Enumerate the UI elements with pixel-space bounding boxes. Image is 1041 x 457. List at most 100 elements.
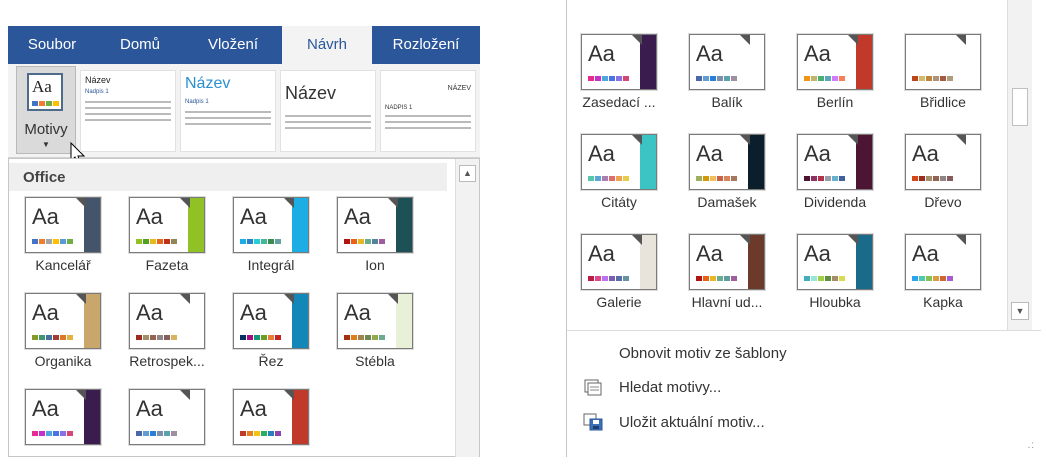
style-set-preview[interactable]: Název Nadpis 1 bbox=[80, 70, 176, 152]
theme-tile[interactable]: Aa bbox=[117, 388, 217, 457]
theme-sample-text: Aa bbox=[588, 241, 615, 266]
color-swatch bbox=[724, 76, 730, 81]
color-swatch bbox=[609, 176, 615, 181]
color-swatch bbox=[811, 276, 817, 281]
reset-theme-menu-item[interactable]: Obnovit motiv ze šablony bbox=[619, 345, 787, 362]
theme-name: Organika bbox=[34, 353, 92, 369]
color-swatch bbox=[372, 335, 378, 340]
color-swatch bbox=[365, 239, 371, 244]
color-swatch bbox=[261, 239, 267, 244]
theme-tile[interactable]: Aa Galerie bbox=[569, 233, 669, 310]
theme-name: Balík bbox=[711, 94, 743, 110]
theme-tile[interactable]: Aa Balík bbox=[677, 33, 777, 110]
style-set-preview[interactable]: NÁZEV NADPIS 1 bbox=[380, 70, 476, 152]
page-fold-icon bbox=[284, 390, 294, 400]
theme-tile[interactable]: Aa Dividenda bbox=[785, 133, 885, 210]
theme-tile[interactable]: Aa Integrál bbox=[221, 196, 321, 273]
browse-themes-menu-item[interactable]: Hledat motivy... bbox=[619, 379, 721, 396]
motivy-button[interactable]: Aa Motivy ▼ bbox=[16, 66, 76, 154]
theme-thumbnail: Aa bbox=[128, 388, 206, 446]
theme-tile[interactable]: Aa Hloubka bbox=[785, 233, 885, 310]
theme-tile[interactable]: Aa Hlavní ud... bbox=[677, 233, 777, 310]
color-swatch bbox=[268, 239, 274, 244]
color-swatch bbox=[731, 76, 737, 81]
theme-tile[interactable]: Aa Citáty bbox=[569, 133, 669, 210]
theme-tile[interactable]: Aa Dřevo bbox=[893, 133, 993, 210]
color-swatch bbox=[919, 76, 925, 81]
color-swatch bbox=[32, 335, 38, 340]
color-swatch bbox=[379, 335, 385, 340]
theme-tile[interactable]: Aa Fazeta bbox=[117, 196, 217, 273]
theme-name: Řez bbox=[258, 353, 284, 369]
theme-tile[interactable]: Aa Damašek bbox=[677, 133, 777, 210]
theme-thumbnail: Aa bbox=[336, 292, 414, 350]
menu-item-label: Hledat motivy... bbox=[619, 379, 722, 396]
gallery-scrollbar[interactable]: ▼ bbox=[1007, 0, 1032, 330]
color-swatch bbox=[275, 335, 281, 340]
color-swatch bbox=[717, 176, 723, 181]
gallery-header-label: Office bbox=[23, 169, 66, 186]
style-set-preview[interactable]: Název Nadpis 1 bbox=[180, 70, 276, 152]
theme-tile[interactable]: Aa Organika bbox=[13, 292, 113, 369]
color-swatch bbox=[67, 431, 73, 436]
theme-sample-text: Aa bbox=[696, 241, 723, 266]
theme-thumbnail: Aa bbox=[24, 292, 102, 350]
theme-tile[interactable]: Aa Retrospek... bbox=[117, 292, 217, 369]
tab-vlozeni[interactable]: Vložení bbox=[184, 26, 282, 64]
theme-tile[interactable]: Aa Zasedací ... bbox=[569, 33, 669, 110]
theme-accent-bar bbox=[84, 294, 100, 348]
color-swatch bbox=[717, 76, 723, 81]
theme-tile[interactable]: Aa Ion bbox=[325, 196, 425, 273]
themes-icon: Aa bbox=[27, 73, 63, 111]
theme-accent-bar bbox=[640, 135, 656, 189]
theme-tile[interactable]: Aa Řez bbox=[221, 292, 321, 369]
theme-tile[interactable]: Aa bbox=[13, 388, 113, 457]
color-swatch bbox=[623, 176, 629, 181]
theme-sample-text: Aa bbox=[240, 204, 267, 229]
theme-thumbnail: Aa bbox=[232, 292, 310, 350]
theme-sample-text: Aa bbox=[912, 241, 939, 266]
color-swatch bbox=[696, 176, 702, 181]
color-swatch bbox=[358, 239, 364, 244]
color-swatch bbox=[602, 276, 608, 281]
gallery-scrollbar[interactable]: ▲ bbox=[455, 159, 479, 457]
theme-sample-text: Aa bbox=[696, 41, 723, 66]
tab-soubor[interactable]: Soubor bbox=[8, 26, 96, 64]
color-swatch bbox=[150, 239, 156, 244]
theme-accent-bar bbox=[292, 294, 308, 348]
theme-sample-text: Aa bbox=[32, 396, 59, 421]
color-swatch bbox=[157, 239, 163, 244]
page-fold-icon bbox=[848, 135, 858, 145]
theme-name: Kancelář bbox=[35, 257, 91, 273]
color-swatch bbox=[710, 76, 716, 81]
theme-sample-text: Aa bbox=[240, 396, 267, 421]
tab-domu[interactable]: Domů bbox=[96, 26, 184, 64]
color-swatch bbox=[588, 176, 594, 181]
theme-tile[interactable]: Aa Berlín bbox=[785, 33, 885, 110]
scroll-up-arrow-icon[interactable]: ▲ bbox=[459, 165, 476, 182]
tab-navrh[interactable]: Návrh bbox=[282, 26, 372, 64]
color-swatch bbox=[825, 276, 831, 281]
resize-grip-icon[interactable]: .: bbox=[1027, 440, 1035, 451]
theme-tile[interactable]: Aa Kancelář bbox=[13, 196, 113, 273]
scrollbar-thumb[interactable] bbox=[1012, 88, 1028, 126]
theme-tile[interactable]: Aa bbox=[221, 388, 321, 457]
color-swatch bbox=[32, 239, 38, 244]
theme-sample-text: Aa bbox=[588, 41, 615, 66]
scroll-down-arrow-icon[interactable]: ▼ bbox=[1011, 302, 1029, 320]
theme-sample-text: Aa bbox=[804, 141, 831, 166]
theme-tile[interactable]: Aa Stébla bbox=[325, 292, 425, 369]
color-swatch bbox=[240, 335, 246, 340]
theme-accent-bar bbox=[84, 198, 100, 252]
color-swatch bbox=[351, 335, 357, 340]
tab-rozlozeni[interactable]: Rozložení bbox=[372, 26, 480, 64]
page-fold-icon bbox=[388, 294, 398, 304]
theme-tile[interactable]: Břidlice bbox=[893, 33, 993, 110]
style-set-preview[interactable]: Název bbox=[280, 70, 376, 152]
color-swatch bbox=[240, 239, 246, 244]
color-swatch bbox=[926, 276, 932, 281]
color-swatch bbox=[623, 76, 629, 81]
theme-tile[interactable]: Aa Kapka bbox=[893, 233, 993, 310]
save-theme-menu-item[interactable]: Uložit aktuální motiv... bbox=[619, 414, 765, 431]
theme-thumbnail: Aa bbox=[580, 233, 658, 291]
